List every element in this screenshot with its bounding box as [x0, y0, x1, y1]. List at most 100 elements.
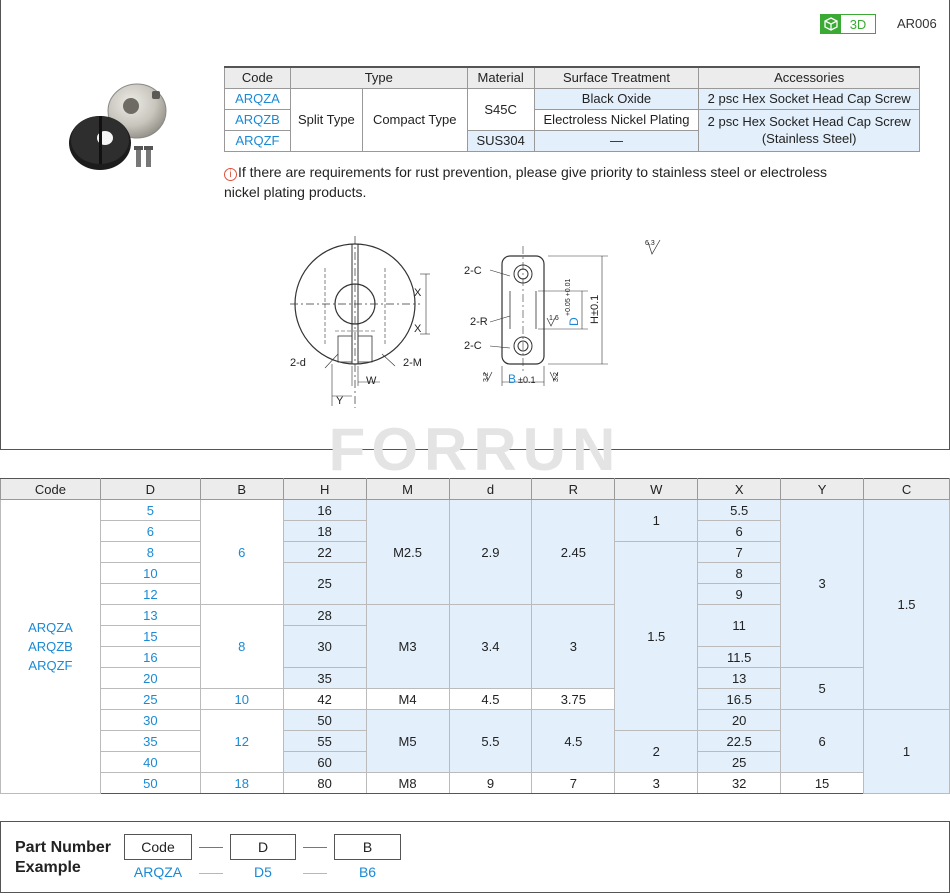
spec-code-arqza[interactable]: ARQZA	[224, 87, 291, 110]
spec-table: Code Type Material Surface Treatment Acc…	[224, 66, 920, 152]
info-icon: i	[224, 168, 237, 181]
dims-code-cell: ARQZA ARQZB ARQZF	[0, 499, 101, 794]
dims-code-arqza[interactable]: ARQZA	[1, 618, 100, 637]
dims-header-d-upper: D	[99, 478, 201, 500]
label-b: B	[508, 372, 516, 386]
dims-r-cell: 4.5	[531, 709, 616, 773]
dims-d-cell[interactable]: 10	[99, 562, 201, 584]
dims-d-cell[interactable]: 6	[99, 520, 201, 542]
rough-32a: 3.2	[483, 372, 490, 382]
label-d-tol: +0.05 +0.01	[565, 279, 572, 316]
dims-d-cell[interactable]: 16	[99, 646, 201, 668]
cube-icon	[821, 15, 841, 33]
dims-r-cell: 7	[531, 772, 616, 794]
table-row: 30 12 50 M5 5.5 4.5 20 6 1	[1, 709, 950, 794]
dims-h-cell: 55	[282, 730, 367, 752]
dims-d-cell[interactable]: 8	[99, 541, 201, 563]
label-h: H±0.1	[589, 295, 601, 324]
dims-b-cell: 18	[199, 772, 284, 794]
dims-header-r: R	[531, 478, 616, 500]
brand-watermark: FORRUN	[329, 420, 616, 476]
dims-x-cell: 32	[697, 772, 782, 794]
spec-code-arqzf[interactable]: ARQZF	[224, 129, 291, 152]
dims-code-arqzf[interactable]: ARQZF	[1, 656, 100, 675]
dims-d-cell[interactable]: 25	[99, 688, 201, 710]
dims-x-cell: 5.5	[697, 499, 782, 521]
dims-header-w: W	[614, 478, 699, 500]
dims-d-cell[interactable]: 30	[99, 709, 201, 731]
dims-dlow-cell: 5.5	[448, 709, 533, 773]
dims-b-cell: 6	[199, 499, 284, 605]
dims-y-cell: 3	[780, 499, 865, 668]
dims-r-cell: 2.45	[531, 499, 616, 605]
dims-header-d-lower: d	[448, 478, 533, 500]
dims-d-cell[interactable]: 50	[99, 772, 201, 794]
technical-drawing: 2-d 2-M W Y X X 2-C 2-R 2-C H±0.1 D +0.0…	[290, 236, 661, 408]
dims-h-cell: 35	[282, 667, 367, 689]
dims-x-cell: 11.5	[697, 646, 782, 668]
spec-code-arqzb[interactable]: ARQZB	[224, 108, 291, 131]
spec-surface-none: —	[533, 129, 700, 152]
spec-surface-black: Black Oxide	[533, 87, 700, 110]
part-number-title-line2: Example	[15, 859, 81, 876]
dims-code-arqzb[interactable]: ARQZB	[1, 637, 100, 656]
table-row: ARQZA ARQZB ARQZF 5 6 16 M2.5 2.9 2.45 1…	[0, 499, 950, 794]
label-2d: 2-d	[290, 357, 306, 369]
dims-h-cell: 60	[282, 751, 367, 773]
dims-b-cell: 8	[199, 604, 284, 689]
dims-c-cell: 1.5	[863, 499, 950, 710]
part-number-title: Part Number Example	[15, 838, 111, 878]
label-2c-top: 2-C	[464, 265, 482, 277]
spec-header-code: Code	[224, 66, 291, 89]
front-view	[290, 236, 430, 408]
label-2c-bot: 2-C	[464, 340, 482, 352]
dims-h-cell: 25	[282, 562, 367, 605]
dims-header-h: H	[282, 478, 367, 500]
dims-h-cell: 16	[282, 499, 367, 521]
dims-d-cell[interactable]: 20	[99, 667, 201, 689]
dims-y-cell: 5	[780, 667, 865, 710]
pn-separator	[303, 847, 327, 848]
side-view	[483, 239, 661, 386]
label-b-tol: ±0.1	[518, 375, 535, 385]
dimensions-table: Code D B H M d R W X Y C ARQZA ARQZB ARQ…	[0, 478, 950, 794]
spec-accessory-2-line1: 2 psc Hex Socket Head Cap Screw	[707, 114, 911, 129]
dims-m-cell: M4	[365, 688, 450, 710]
pn-value-code[interactable]: ARQZA	[124, 864, 192, 880]
dims-m-cell: M3	[365, 604, 450, 689]
dims-x-cell: 13	[697, 667, 782, 689]
dims-h-cell: 80	[282, 772, 367, 794]
dims-w-cell: 1	[614, 499, 699, 542]
pn-value-b[interactable]: B6	[334, 864, 401, 880]
dims-x-cell: 9	[697, 583, 782, 605]
pn-separator	[199, 847, 223, 848]
dims-x-cell: 6	[697, 520, 782, 542]
dims-header-m: M	[365, 478, 450, 500]
spec-type-split: Split Type	[289, 87, 363, 152]
spec-accessory-1: 2 psc Hex Socket Head Cap Screw	[698, 87, 920, 110]
dims-d-cell[interactable]: 40	[99, 751, 201, 773]
spec-header-surface: Surface Treatment	[533, 66, 700, 89]
3d-badge[interactable]: 3D	[820, 14, 876, 34]
3d-badge-label: 3D	[849, 16, 867, 32]
part-number-example: Part Number Example Code D B ARQZA D5 B6	[0, 821, 950, 893]
rough-32b: 3.2	[553, 372, 560, 382]
dims-d-cell[interactable]: 5	[99, 499, 201, 521]
pn-value-d[interactable]: D5	[230, 864, 296, 880]
spec-accessory-2-line2: (Stainless Steel)	[761, 131, 857, 146]
dims-d-cell[interactable]: 15	[99, 625, 201, 647]
rust-note-text: If there are requirements for rust preve…	[224, 164, 828, 200]
label-d: D	[567, 317, 581, 326]
dims-m-cell: M8	[365, 772, 450, 794]
dims-d-cell[interactable]: 13	[99, 604, 201, 626]
label-y: Y	[336, 395, 344, 407]
spec-type-compact: Compact Type	[361, 87, 468, 152]
dims-d-cell[interactable]: 35	[99, 730, 201, 752]
label-x1: X	[414, 287, 422, 299]
dims-header-y: Y	[780, 478, 865, 500]
dims-x-cell: 20	[697, 709, 782, 731]
dims-d-cell[interactable]: 12	[99, 583, 201, 605]
spec-material-s45c: S45C	[466, 87, 535, 131]
dims-b-cell: 12	[199, 709, 284, 773]
dims-header-x: X	[697, 478, 782, 500]
